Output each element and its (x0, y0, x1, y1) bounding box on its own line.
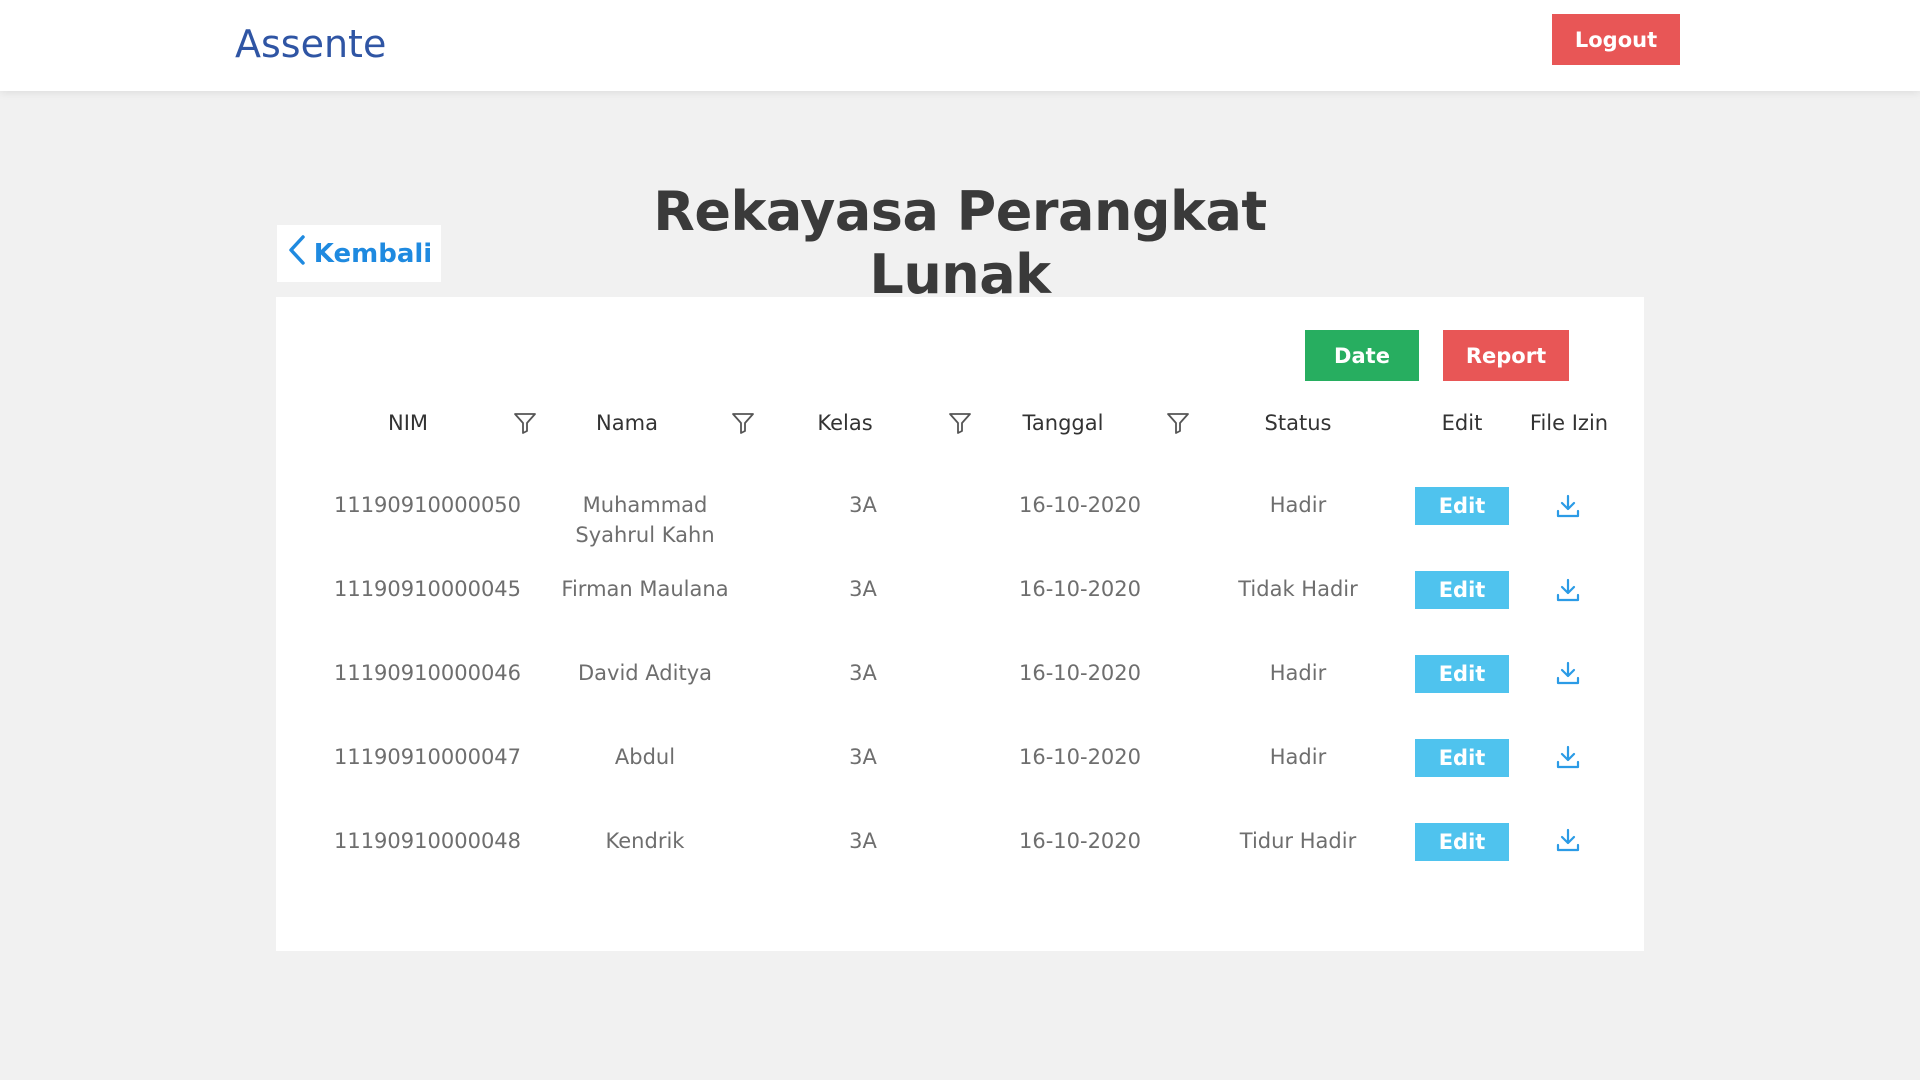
header-nama: Nama (596, 411, 658, 435)
edit-button[interactable]: Edit (1415, 571, 1509, 609)
back-button-label: Kembali (313, 238, 433, 269)
filter-icon[interactable] (512, 410, 538, 436)
filter-icon[interactable] (947, 410, 973, 436)
download-icon[interactable] (1555, 827, 1581, 853)
cell-kelas: 3A (849, 745, 877, 769)
report-button[interactable]: Report (1443, 330, 1569, 381)
download-icon[interactable] (1555, 577, 1581, 603)
cell-kelas: 3A (849, 493, 877, 517)
header-tanggal: Tanggal (1022, 411, 1104, 435)
cell-tanggal: 16-10-2020 (1018, 577, 1142, 601)
cell-tanggal: 16-10-2020 (1018, 661, 1142, 685)
chevron-left-icon (286, 233, 308, 274)
cell-nim: 11190910000050 (333, 493, 522, 517)
header-edit: Edit (1441, 411, 1483, 435)
cell-nama: Kendrik (605, 829, 685, 853)
edit-button[interactable]: Edit (1415, 823, 1509, 861)
filter-icon[interactable] (1165, 410, 1191, 436)
cell-tanggal: 16-10-2020 (1018, 829, 1142, 853)
brand-logo[interactable]: Assente (235, 22, 386, 66)
cell-nama: Muhammad Syahrul Kahn (575, 493, 715, 547)
cell-status: Hadir (1269, 745, 1327, 769)
edit-button[interactable]: Edit (1415, 739, 1509, 777)
cell-tanggal: 16-10-2020 (1018, 493, 1142, 517)
header-kelas: Kelas (817, 411, 873, 435)
cell-status: Tidak Hadir (1238, 577, 1358, 601)
cell-status: Hadir (1269, 661, 1327, 685)
cell-nim: 11190910000047 (333, 745, 522, 769)
date-button[interactable]: Date (1305, 330, 1419, 381)
top-navbar: Assente Logout (0, 0, 1920, 91)
download-icon[interactable] (1555, 744, 1581, 770)
cell-nim: 11190910000046 (333, 661, 522, 685)
cell-nama: Abdul (614, 745, 676, 769)
cell-nama: David Aditya (578, 661, 712, 685)
page-title: Rekayasa Perangkat Lunak (653, 180, 1267, 306)
header-nim: NIM (387, 411, 429, 435)
cell-tanggal: 16-10-2020 (1018, 745, 1142, 769)
edit-button[interactable]: Edit (1415, 487, 1509, 525)
cell-kelas: 3A (849, 577, 877, 601)
cell-nim: 11190910000048 (333, 829, 522, 853)
logout-button[interactable]: Logout (1552, 14, 1680, 65)
download-icon[interactable] (1555, 660, 1581, 686)
cell-nama: Firman Maulana (561, 577, 729, 601)
cell-nim: 11190910000045 (333, 577, 522, 601)
header-status: Status (1264, 411, 1332, 435)
header-file-izin: File Izin (1529, 411, 1609, 435)
cell-status: Hadir (1269, 493, 1327, 517)
filter-icon[interactable] (730, 410, 756, 436)
download-icon[interactable] (1555, 493, 1581, 519)
back-button[interactable]: Kembali (277, 225, 441, 282)
cell-kelas: 3A (849, 829, 877, 853)
edit-button[interactable]: Edit (1415, 655, 1509, 693)
cell-status: Tidur Hadir (1239, 829, 1357, 853)
cell-kelas: 3A (849, 661, 877, 685)
